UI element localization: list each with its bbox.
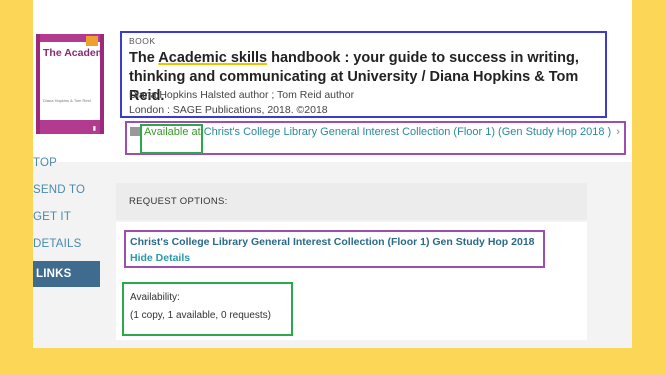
nav-top[interactable]: TOP — [33, 157, 57, 169]
cover-badge — [86, 36, 98, 46]
annotation-box-blue — [120, 31, 607, 118]
annotation-box-purple — [124, 230, 545, 268]
nav-details[interactable]: DETAILS — [33, 238, 81, 250]
nav-links[interactable]: LINKS — [33, 261, 100, 287]
book-cover-image[interactable]: The Academic Skills Handbook Diana Hopki… — [36, 34, 104, 134]
nav-send-to[interactable]: SEND TO — [33, 184, 85, 196]
nav-get-it[interactable]: GET IT — [33, 211, 71, 223]
cover-title: The Academic Skills Handbook — [43, 47, 104, 59]
annotation-box-green — [122, 282, 293, 336]
annotation-box-green — [140, 124, 203, 154]
cover-band-bottom: ▮ — [40, 120, 100, 134]
request-options-label: REQUEST OPTIONS: — [129, 196, 228, 207]
cover-authors: Diana Hopkins & Tom Reid — [43, 98, 91, 103]
